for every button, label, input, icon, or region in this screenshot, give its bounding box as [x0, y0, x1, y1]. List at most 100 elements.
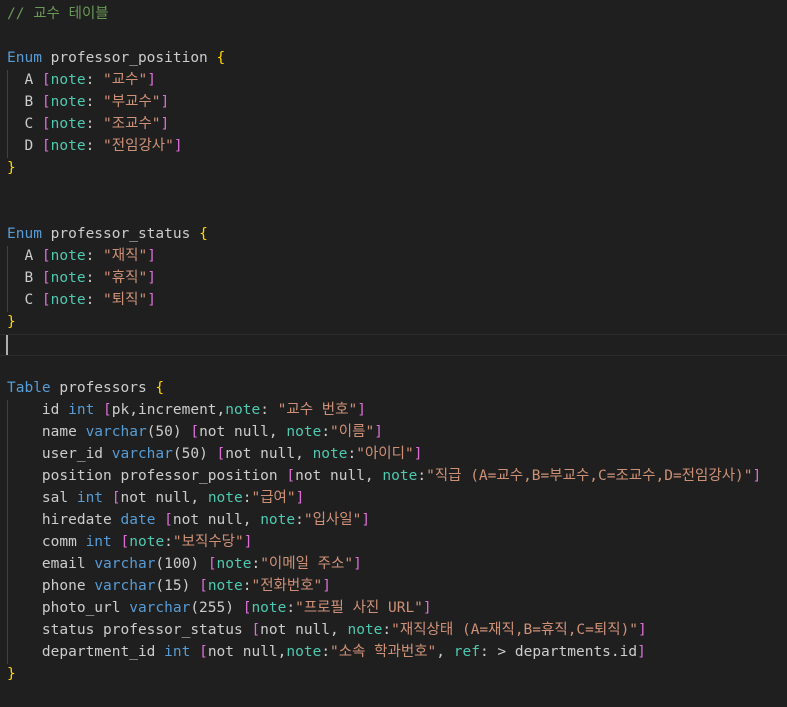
code-token-str: "부교수": [103, 94, 161, 110]
code-token-kw: Enum: [7, 50, 42, 66]
current-line-highlight: [0, 334, 787, 356]
code-line[interactable]: }: [7, 663, 16, 685]
code-token-text: :: [251, 556, 261, 572]
code-token-note: note: [50, 116, 86, 132]
code-line[interactable]: C [note: "퇴직"]: [7, 289, 156, 311]
code-token-kw: Table: [7, 380, 51, 396]
code-token-bracket: ]: [637, 644, 646, 660]
code-line[interactable]: email varchar(100) [note:"이메일 주소"]: [7, 553, 362, 575]
code-token-text: :: [321, 424, 331, 440]
code-token-note: note: [50, 138, 86, 154]
code-token-bracket: ]: [147, 292, 156, 308]
code-line[interactable]: B [note: "부교수"]: [7, 91, 169, 113]
code-token-kw: Enum: [7, 226, 42, 242]
code-token-bracket: ]: [295, 490, 305, 506]
code-token-str: "교수 번호": [277, 402, 358, 418]
code-line[interactable]: Enum professor_status {: [7, 223, 208, 245]
code-token-text: not null,: [120, 490, 208, 506]
code-token-str: "소속 학과번호": [330, 644, 437, 660]
code-token-text: sal: [7, 490, 77, 506]
code-line[interactable]: B [note: "휴직"]: [7, 267, 155, 289]
code-token-bracket: [: [286, 468, 296, 484]
code-token-note: note: [207, 578, 243, 594]
code-line[interactable]: A [note: "교수"]: [7, 69, 156, 91]
code-token-text: : > departments.id: [479, 644, 638, 660]
code-line[interactable]: Table professors {: [7, 377, 164, 399]
code-token-str: "전화번호": [251, 578, 323, 594]
code-token-bracket: [: [41, 248, 51, 264]
code-token-bracket: ]: [752, 468, 762, 484]
code-token-str: "재직상태 (A=재직,B=휴직,C=퇴직)": [391, 622, 639, 638]
code-line[interactable]: hiredate date [not null, note:"입사일"]: [7, 509, 370, 531]
code-editor[interactable]: // 교수 테이블 Enum professor_position { A [no…: [0, 0, 787, 707]
code-token-bracket: [: [41, 138, 51, 154]
code-line[interactable]: phone varchar(15) [note:"전화번호"]: [7, 575, 331, 597]
code-token-kw: date: [120, 512, 156, 528]
code-token-text: photo_url: [7, 600, 130, 616]
code-token-text: (100): [155, 556, 208, 572]
code-token-text: C: [7, 116, 42, 132]
code-line[interactable]: }: [7, 311, 16, 333]
code-token-str: "조교수": [103, 116, 161, 132]
code-line[interactable]: comm int [note:"보직수당"]: [7, 531, 253, 553]
code-token-note: note: [347, 622, 383, 638]
code-token-bracket: ]: [160, 116, 170, 132]
code-token-note: note: [286, 424, 322, 440]
code-token-str: "이름": [330, 424, 375, 440]
code-token-text: phone: [7, 578, 95, 594]
code-token-note: note: [286, 644, 322, 660]
code-token-brace: }: [7, 666, 16, 682]
code-token-bracket: [: [41, 72, 51, 88]
code-token-bracket: ]: [361, 512, 371, 528]
code-line[interactable]: user_id varchar(50) [not null, note:"아이디…: [7, 443, 423, 465]
code-line[interactable]: photo_url varchar(255) [note:"프로필 사진 URL…: [7, 597, 432, 619]
code-token-kw: int: [68, 402, 95, 418]
code-token-bracket: [: [199, 578, 208, 594]
code-line[interactable]: A [note: "재직"]: [7, 245, 156, 267]
code-token-text: department_id: [7, 644, 165, 660]
code-token-bracket: ]: [173, 138, 183, 154]
code-line[interactable]: // 교수 테이블: [7, 3, 109, 25]
code-token-note: note: [260, 512, 296, 528]
code-token-bracket: [: [41, 116, 51, 132]
code-line[interactable]: position professor_position [not null, n…: [7, 465, 761, 487]
code-token-bracket: ]: [147, 248, 156, 264]
code-token-brace: {: [199, 226, 208, 242]
code-token-text: (50): [146, 424, 191, 440]
code-token-str: "이메일 주소": [260, 556, 354, 572]
code-token-str: "교수": [103, 72, 148, 88]
code-token-text: :: [295, 512, 304, 528]
code-token-text: (255): [190, 600, 243, 616]
code-token-bracket: ]: [353, 556, 362, 572]
code-token-bracket: ]: [413, 446, 423, 462]
code-token-kw: varchar: [85, 424, 147, 440]
code-token-bracket: ]: [160, 94, 170, 110]
code-token-text: pk,increment,: [111, 402, 226, 418]
code-token-note: note: [207, 490, 243, 506]
code-line[interactable]: C [note: "조교수"]: [7, 113, 169, 135]
code-line[interactable]: }: [7, 157, 16, 179]
code-token-text: :: [260, 402, 278, 418]
code-line[interactable]: department_id int [not null,note:"소속 학과번…: [7, 641, 646, 663]
code-token-bracket: [: [190, 424, 200, 440]
code-line[interactable]: Enum professor_position {: [7, 47, 225, 69]
code-token-str: "퇴직": [103, 292, 148, 308]
code-token-note: note: [225, 402, 261, 418]
code-line[interactable]: sal int [not null, note:"급여"]: [7, 487, 304, 509]
code-token-brace: {: [155, 380, 165, 396]
code-token-kw: int: [164, 644, 191, 660]
code-token-note: note: [251, 600, 287, 616]
code-token-note: note: [50, 94, 86, 110]
code-line[interactable]: D [note: "전임강사"]: [7, 135, 183, 157]
code-token-text: id: [7, 402, 69, 418]
code-line[interactable]: name varchar(50) [not null, note:"이름"]: [7, 421, 383, 443]
code-token-str: "입사일": [303, 512, 362, 528]
code-token-text: not null,: [199, 424, 287, 440]
code-token-text: A: [7, 248, 42, 264]
code-token-text: ,: [436, 644, 454, 660]
code-line[interactable]: id int [pk,increment,note: "교수 번호"]: [7, 399, 366, 421]
code-line[interactable]: status professor_status [not null, note:…: [7, 619, 647, 641]
code-token-bracket: [: [164, 512, 173, 528]
code-token-bracket: ]: [147, 72, 156, 88]
